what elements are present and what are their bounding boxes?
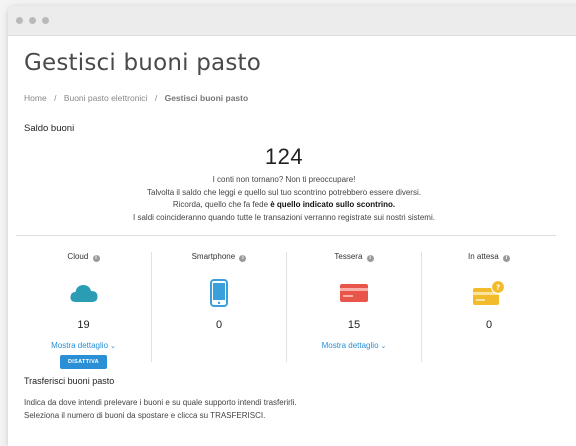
transfer-title: Trasferisci buoni pasto <box>24 376 115 386</box>
balance-note-line: I conti non tornano? Non ti preoccupare! <box>212 175 356 184</box>
balance-note-text: Ricorda, quello che fa fede <box>172 200 271 209</box>
balance-note-line: Talvolta il saldo che leggi e quello sul… <box>147 187 421 197</box>
card-count: 15 <box>347 319 361 331</box>
card-title-text: Cloud <box>67 252 89 261</box>
balance-panel: 124 I conti non tornano? Non ti preoccup… <box>24 144 544 224</box>
transfer-instruction-line: Indica da dove intendi prelevare i buoni… <box>24 398 297 407</box>
card-title: In attesa i <box>422 252 556 262</box>
page-content: Gestisci buoni pasto Home / Buoni pasto … <box>8 50 576 422</box>
show-details-link[interactable]: Mostra dettaglio ⌄ <box>287 341 421 350</box>
card-title: Smartphone i <box>152 252 286 262</box>
card-title-text: Smartphone <box>191 252 236 261</box>
card-cloud: Cloud i 19 Mostra dettaglio ⌄ DISATTIVA <box>16 252 151 369</box>
balance-note-line: Ricorda, quello che fa fede è quello ind… <box>24 199 544 212</box>
card-title: Cloud i <box>16 252 151 262</box>
card-smartphone: Smartphone i 0 <box>151 252 286 362</box>
card-title: Tessera i <box>287 252 421 262</box>
info-icon[interactable]: i <box>92 255 100 262</box>
window-close-dot[interactable] <box>16 17 23 24</box>
show-details-link[interactable]: Mostra dettaglio ⌄ <box>16 341 151 350</box>
section-divider <box>16 235 556 236</box>
show-details-text: Mostra dettaglio <box>51 341 109 350</box>
balance-note-line: I saldi coincideranno quando tutte le tr… <box>133 212 435 222</box>
chevron-down-icon: ⌄ <box>380 343 387 350</box>
card-count: 19 <box>77 319 90 331</box>
card-count: 0 <box>215 319 223 331</box>
card-icon <box>287 277 421 309</box>
svg-text:?: ? <box>496 284 500 292</box>
browser-window: Gestisci buoni pasto Home / Buoni pasto … <box>8 6 576 446</box>
window-titlebar <box>8 6 576 36</box>
card-in-attesa: In attesa i ? 0 <box>421 252 556 362</box>
info-icon[interactable]: i <box>239 255 247 262</box>
show-details-text: Mostra dettaglio <box>321 341 379 350</box>
window-minimize-dot[interactable] <box>29 17 36 24</box>
breadcrumb-home[interactable]: Home <box>24 93 47 103</box>
info-icon[interactable]: i <box>502 255 510 262</box>
balance-value: 124 <box>264 144 304 169</box>
breadcrumb-separator: / <box>154 93 158 103</box>
deactivate-button[interactable]: DISATTIVA <box>60 355 107 369</box>
card-count: 0 <box>485 319 493 331</box>
balance-label: Saldo buoni <box>24 123 75 134</box>
balance-note-emphasis: è quello indicato sullo scontrino. <box>270 200 396 209</box>
pending-card-icon: ? <box>422 277 556 309</box>
breadcrumb-current: Gestisci buoni pasto <box>164 93 249 103</box>
wallet-cards: Cloud i 19 Mostra dettaglio ⌄ DISATTIVA S… <box>16 252 556 369</box>
info-icon[interactable]: i <box>366 255 374 262</box>
breadcrumb: Home / Buoni pasto elettronici / Gestisc… <box>24 93 576 103</box>
window-maximize-dot[interactable] <box>42 17 49 24</box>
transfer-instructions: Indica da dove intendi prelevare i buoni… <box>24 396 576 422</box>
cloud-icon <box>16 277 151 309</box>
balance-note: I conti non tornano? Non ti preoccupare!… <box>24 174 544 224</box>
card-tessera: Tessera i 15 Mostra dettaglio ⌄ <box>286 252 421 362</box>
transfer-instruction-line: Seleziona il numero di buoni da spostare… <box>24 411 266 420</box>
breadcrumb-buoni-elettronici[interactable]: Buoni pasto elettronici <box>64 93 148 103</box>
breadcrumb-separator: / <box>54 93 57 103</box>
chevron-down-icon: ⌄ <box>110 343 116 350</box>
card-title-text: In attesa <box>468 252 499 261</box>
page-title: Gestisci buoni pasto <box>24 50 261 76</box>
card-title-text: Tessera <box>334 252 363 261</box>
smartphone-icon <box>152 277 286 309</box>
